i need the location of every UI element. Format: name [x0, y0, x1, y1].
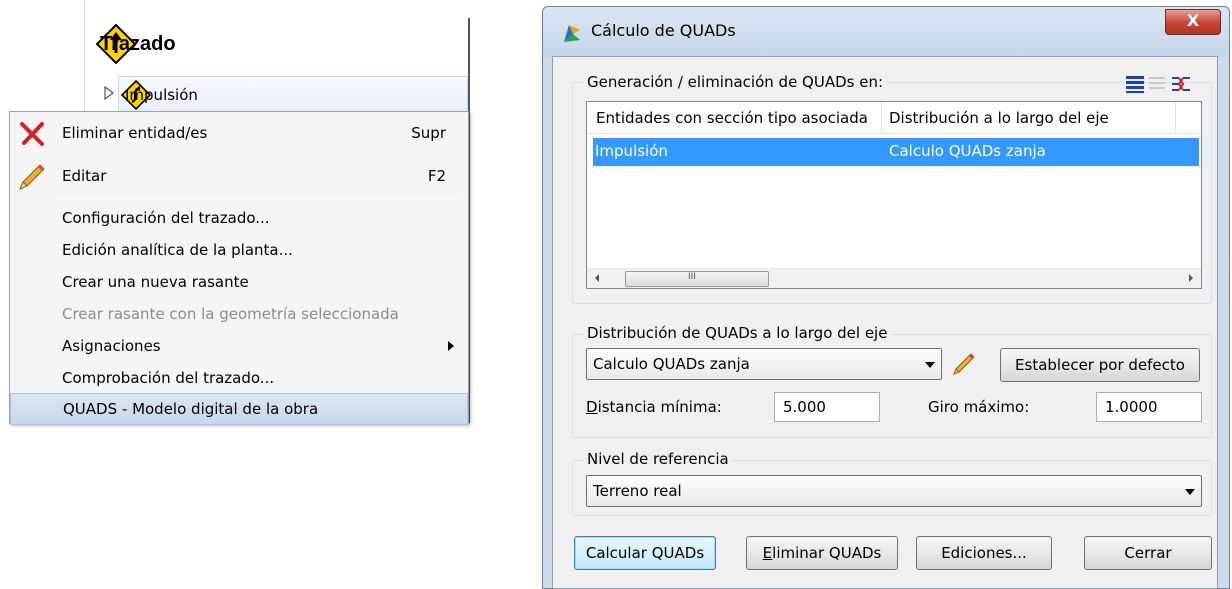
view-list-icon[interactable]	[1147, 74, 1167, 94]
editions-button[interactable]: Ediciones...	[916, 536, 1052, 570]
column-divider	[1175, 102, 1176, 134]
tree-node-impulsion[interactable]: Impulsión	[118, 76, 468, 114]
scroll-left-icon[interactable]	[595, 274, 599, 282]
menu-item-configuracion[interactable]: Configuración del trazado...	[10, 202, 468, 234]
horizontal-scrollbar[interactable]: III	[587, 268, 1201, 288]
menu-item-label: QUADS - Modelo digital de la obra	[63, 400, 319, 418]
close-window-button[interactable]: X	[1165, 9, 1221, 35]
tree-node-label: Impulsión	[125, 86, 198, 104]
scrollbar-grip-icon: III	[688, 272, 696, 282]
column-divider	[881, 102, 882, 134]
menu-item-label: Comprobación del trazado...	[62, 369, 275, 387]
column-header-entities[interactable]: Entidades con sección tipo asociada	[596, 109, 868, 127]
menu-item-rasante-geometria: Crear rasante con la geometría seleccion…	[10, 298, 468, 330]
menu-item-label: Crear rasante con la geometría seleccion…	[62, 305, 399, 323]
menu-item-delete[interactable]: Eliminar entidad/es Supr	[10, 117, 468, 149]
menu-item-nueva-rasante[interactable]: Crear una nueva rasante	[10, 266, 468, 298]
context-menu: Eliminar entidad/es Supr Editar F2 Confi…	[9, 111, 469, 425]
reference-select-value: Terreno real	[593, 482, 682, 500]
calculate-quads-button[interactable]: Calcular QUADs	[574, 536, 716, 570]
tree-node-trazado[interactable]: Trazado	[95, 22, 176, 66]
menu-item-label: Configuración del trazado...	[62, 209, 270, 227]
distribution-group-label: Distribución de QUADs a lo largo del eje	[583, 324, 892, 342]
app-logo-icon	[561, 22, 583, 44]
scroll-right-icon[interactable]	[1189, 274, 1193, 282]
close-button[interactable]: Cerrar	[1084, 536, 1212, 570]
distribution-select-value: Calculo QUADs zanja	[593, 355, 750, 373]
menu-item-quads[interactable]: QUADS - Modelo digital de la obra	[10, 393, 468, 425]
list-header: Entidades con sección tipo asociada Dist…	[587, 102, 1201, 134]
tree-node-label: Trazado	[100, 32, 176, 55]
dialog-title: Cálculo de QUADs	[591, 21, 736, 40]
max-turn-label: Giro máximo:	[928, 398, 1030, 416]
menu-item-asignaciones[interactable]: Asignaciones	[10, 330, 468, 362]
list-row-impulsion[interactable]: Impulsión Calculo QUADs zanja	[593, 138, 1199, 166]
pencil-icon	[18, 163, 46, 191]
generation-group-label: Generación / eliminación de QUADs en:	[583, 73, 888, 91]
max-turn-input[interactable]: 1.0000	[1096, 392, 1202, 422]
submenu-arrow-icon	[448, 341, 454, 351]
expand-triangle-icon[interactable]	[102, 85, 116, 101]
delete-quads-button[interactable]: Eliminar QUADs	[746, 536, 898, 570]
min-distance-input[interactable]: 5.000	[774, 392, 880, 422]
chevron-down-icon	[1185, 489, 1195, 495]
scrollbar-thumb[interactable]: III	[625, 271, 769, 287]
menu-item-label: Eliminar entidad/es	[62, 124, 208, 142]
menu-separator	[56, 198, 460, 199]
column-header-distribution[interactable]: Distribución a lo largo del eje	[889, 109, 1109, 127]
pencil-icon[interactable]	[952, 352, 976, 376]
distribution-select[interactable]: Calculo QUADs zanja	[586, 348, 942, 380]
menu-item-label: Crear una nueva rasante	[62, 273, 249, 291]
view-compare-icon[interactable]	[1170, 74, 1192, 94]
menu-item-label: Asignaciones	[62, 337, 161, 355]
min-distance-label: Distancia mínima:	[586, 398, 722, 416]
reference-select[interactable]: Terreno real	[586, 475, 1202, 507]
chevron-down-icon	[925, 362, 935, 368]
menu-shortcut: Supr	[411, 124, 446, 142]
dialog-titlebar[interactable]: Cálculo de QUADs X	[543, 7, 1229, 57]
menu-item-edicion-analitica[interactable]: Edición analítica de la planta...	[10, 234, 468, 266]
menu-item-comprobacion[interactable]: Comprobación del trazado...	[10, 362, 468, 394]
menu-item-label: Edición analítica de la planta...	[62, 241, 293, 259]
menu-item-edit[interactable]: Editar F2	[10, 160, 468, 192]
entities-list[interactable]: Entidades con sección tipo asociada Dist…	[586, 101, 1202, 289]
cell-distribution: Calculo QUADs zanja	[889, 142, 1046, 160]
menu-item-label: Editar	[62, 167, 107, 185]
view-details-icon[interactable]	[1124, 74, 1146, 94]
reference-group-label: Nivel de referencia	[583, 450, 733, 468]
menu-shortcut: F2	[427, 167, 446, 185]
red-x-icon	[18, 120, 46, 148]
set-default-button[interactable]: Establecer por defecto	[1000, 348, 1200, 382]
cell-entity: Impulsión	[595, 142, 668, 160]
